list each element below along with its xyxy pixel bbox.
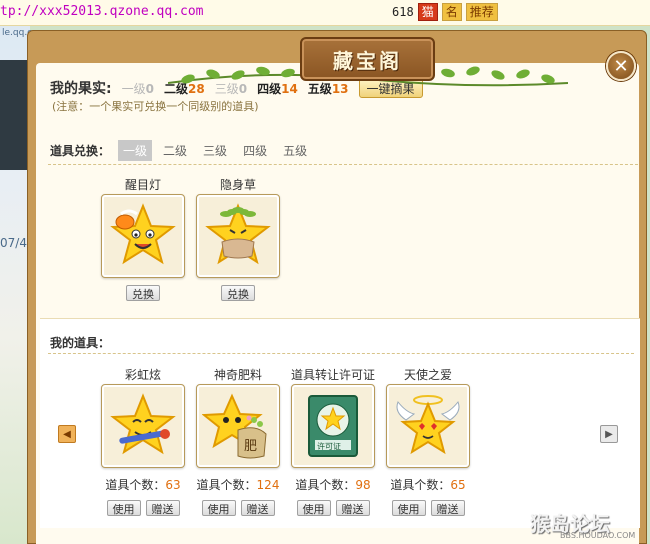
svg-text:肥: 肥 bbox=[244, 439, 257, 454]
divider bbox=[48, 353, 634, 354]
forum-watermark-url: BBS.HOUDAO.COM bbox=[560, 531, 636, 540]
item-slot[interactable]: 肥 bbox=[196, 384, 280, 468]
star-lamp-icon bbox=[110, 203, 176, 265]
background-tag-cat[interactable]: 猫 bbox=[417, 3, 438, 21]
exchange-note: (注意：一个果实可兑换一个同级别的道具) bbox=[52, 100, 259, 113]
background-date-fragment: 07/4 bbox=[0, 236, 27, 250]
item-name: 天使之爱 bbox=[403, 368, 452, 382]
next-page-button[interactable]: ▶ bbox=[600, 425, 618, 443]
item-slot[interactable] bbox=[101, 384, 185, 468]
item-count: 道具个数：63 bbox=[105, 478, 181, 492]
use-button[interactable]: 使用 bbox=[106, 500, 141, 516]
chevron-right-icon: ▶ bbox=[605, 428, 613, 440]
my-items-label: 我的道具： bbox=[50, 336, 111, 350]
close-button[interactable]: ✕ bbox=[606, 51, 636, 81]
tab-level-4[interactable]: 四级 bbox=[238, 140, 272, 161]
item-slot[interactable]: 许可证 bbox=[291, 384, 375, 468]
item-slot[interactable] bbox=[101, 194, 185, 278]
background-toolbar-right: 618 猫 名 推荐 bbox=[392, 3, 498, 21]
exchange-button[interactable]: 兑换 bbox=[126, 285, 160, 301]
chevron-left-icon: ◀ bbox=[63, 428, 71, 440]
my-item: 神奇肥料 肥 道具个数：124 使用 赠送 bbox=[193, 366, 283, 516]
gift-button[interactable]: 赠送 bbox=[240, 500, 275, 516]
item-count: 道具个数：65 bbox=[390, 478, 466, 492]
item-name: 道具转让许可证 bbox=[290, 368, 375, 382]
item-count: 道具个数：98 bbox=[295, 478, 371, 492]
background-left-strip: le.qq.com 07/4 bbox=[0, 26, 46, 544]
transfer-license-icon: 许可证 bbox=[308, 395, 358, 457]
close-icon: ✕ bbox=[613, 55, 629, 77]
background-tag-name[interactable]: 名 bbox=[441, 3, 462, 21]
item-slot[interactable] bbox=[386, 384, 470, 468]
dialog-title: 藏宝阁 bbox=[333, 48, 402, 73]
exchange-item: 隐身草 兑换 bbox=[193, 176, 283, 301]
exchange-tabs: 道具兑换： 一级 二级 三级 四级 五级 bbox=[50, 140, 318, 161]
background-number: 618 bbox=[392, 5, 414, 19]
tab-level-1[interactable]: 一级 bbox=[118, 140, 153, 161]
my-item: 天使之爱 道具个数：65 使用 赠送 bbox=[383, 366, 473, 516]
exchange-button[interactable]: 兑换 bbox=[221, 285, 255, 301]
item-count: 道具个数：124 bbox=[196, 478, 280, 492]
use-button[interactable]: 使用 bbox=[296, 500, 331, 516]
star-paintbrush-icon bbox=[110, 393, 176, 455]
prev-page-button[interactable]: ◀ bbox=[58, 425, 76, 443]
use-button[interactable]: 使用 bbox=[201, 500, 236, 516]
fruit-label: 我的果实: bbox=[50, 81, 112, 97]
exchange-item: 醒目灯 兑换 bbox=[98, 176, 188, 301]
background-url: tp://xxx52013.qzone.qq.com bbox=[0, 4, 204, 19]
my-item: 彩虹炫 道具个数：63 使用 赠送 bbox=[98, 366, 188, 516]
star-fertilizer-icon: 肥 bbox=[202, 393, 267, 459]
gift-button[interactable]: 赠送 bbox=[145, 500, 180, 516]
exchange-label: 道具兑换： bbox=[50, 144, 111, 158]
tab-level-2[interactable]: 二级 bbox=[158, 140, 192, 161]
tab-level-3[interactable]: 三级 bbox=[198, 140, 232, 161]
item-name: 彩虹炫 bbox=[124, 368, 161, 382]
item-name: 神奇肥料 bbox=[213, 368, 262, 382]
item-name: 醒目灯 bbox=[124, 178, 161, 192]
tab-level-5[interactable]: 五级 bbox=[278, 140, 312, 161]
background-toolbar: tp://xxx52013.qzone.qq.com 618 猫 名 推荐 bbox=[0, 0, 650, 26]
item-name: 隐身草 bbox=[219, 178, 256, 192]
gift-button[interactable]: 赠送 bbox=[335, 500, 370, 516]
dialog-title-plate: 藏宝阁 bbox=[300, 37, 435, 81]
background-dark-panel bbox=[0, 60, 30, 170]
item-slot[interactable] bbox=[196, 194, 280, 278]
star-grass-icon bbox=[205, 203, 271, 265]
svg-text:许可证: 许可证 bbox=[317, 441, 341, 451]
use-button[interactable]: 使用 bbox=[391, 500, 426, 516]
divider bbox=[48, 164, 638, 165]
gift-button[interactable]: 赠送 bbox=[430, 500, 465, 516]
my-item: 道具转让许可证 许可证 道具个数：98 使用 赠送 bbox=[288, 366, 378, 516]
angel-star-icon bbox=[396, 395, 460, 455]
fruit-level-1: 一级0 bbox=[121, 81, 154, 96]
background-tag-recommend[interactable]: 推荐 bbox=[465, 3, 498, 21]
